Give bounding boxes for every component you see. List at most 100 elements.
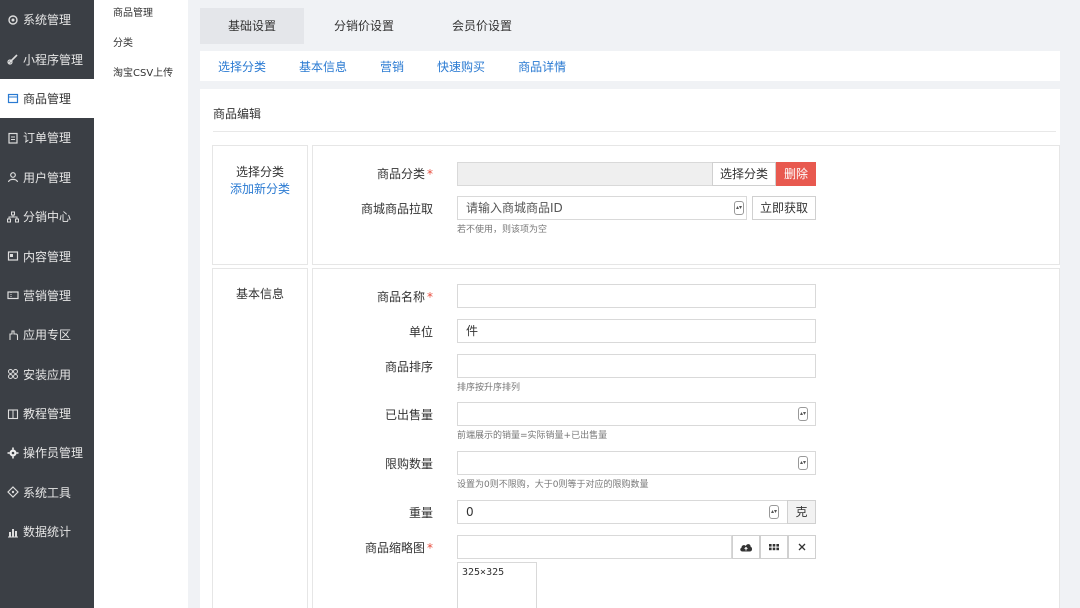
category-section-label-box: 选择分类 添加新分类	[212, 145, 308, 265]
grid-dots-icon	[769, 544, 779, 551]
anchor-quick-buy[interactable]: 快速购买	[437, 58, 485, 75]
upload-cloud-button[interactable]	[732, 535, 760, 559]
category-section-body: 商品分类 * 选择分类 删除 商城商品拉取 请输入商城商品ID ▴▾ 立即获取 若…	[312, 145, 1060, 265]
sidebar-item-label: 商品管理	[23, 91, 72, 106]
tab-distribution-price[interactable]: 分销价设置	[306, 8, 422, 44]
sold-count-input[interactable]	[457, 402, 816, 426]
hand-icon	[6, 328, 19, 341]
submenu-item-csv-upload[interactable]: 淘宝CSV上传	[94, 60, 188, 90]
delete-category-button[interactable]: 删除	[776, 162, 816, 186]
main-sidebar: 系统管理 小程序管理 商品管理 订单管理 用户管理 分销中心 内容管理 营销管理…	[0, 0, 94, 608]
sidebar-item-label: 教程管理	[23, 407, 72, 422]
content-icon	[6, 250, 19, 263]
thumbnail-label: 商品缩略图 *	[323, 539, 433, 556]
fetch-now-button[interactable]: 立即获取	[752, 196, 816, 220]
sidebar-item-distribution[interactable]: 分销中心	[0, 197, 94, 236]
sidebar-item-install[interactable]: 安装应用	[0, 355, 94, 394]
required-mark: *	[427, 290, 433, 304]
number-stepper-icon[interactable]: ▴▾	[769, 505, 779, 519]
sidebar-item-label: 小程序管理	[23, 52, 84, 67]
link-icon	[6, 53, 19, 66]
anchor-marketing[interactable]: 营销	[380, 58, 404, 75]
limit-input[interactable]	[457, 451, 816, 475]
clipboard-icon	[6, 131, 19, 144]
weight-input[interactable]: 0	[457, 500, 788, 524]
anchor-basic-info[interactable]: 基本信息	[299, 58, 347, 75]
cloud-upload-icon	[740, 544, 753, 552]
sidebar-item-orders[interactable]: 订单管理	[0, 118, 94, 157]
gear-outline-icon	[6, 13, 19, 26]
bar-chart-icon	[6, 525, 19, 538]
sidebar-item-marketing[interactable]: 营销管理	[0, 276, 94, 315]
section-anchor-bar: 选择分类 基本信息 营销 快速购买 商品详情	[200, 51, 1060, 81]
thumbnail-label-text: 商品缩略图	[364, 541, 425, 555]
required-mark: *	[427, 167, 433, 181]
sidebar-item-tools[interactable]: 系统工具	[0, 473, 94, 512]
sort-input[interactable]	[457, 354, 816, 378]
basic-section-label: 基本信息	[235, 287, 284, 301]
unit-label: 单位	[408, 325, 433, 339]
sidebar-item-label: 营销管理	[23, 288, 72, 303]
thumbnail-path-input[interactable]	[457, 535, 732, 559]
pull-goods-placeholder: 请输入商城商品ID	[466, 201, 563, 215]
sidebar-item-system[interactable]: 系统管理	[0, 0, 94, 39]
sidebar-item-label: 操作员管理	[23, 446, 84, 461]
tool-icon	[6, 486, 19, 499]
submenu-item-category[interactable]: 分类	[94, 30, 188, 60]
sidebar-item-miniprogram[interactable]: 小程序管理	[0, 39, 94, 78]
sidebar-item-label: 内容管理	[23, 249, 72, 264]
sort-label: 商品排序	[384, 360, 433, 374]
user-icon	[6, 171, 19, 184]
anchor-goods-detail[interactable]: 商品详情	[518, 58, 566, 75]
book-icon	[6, 407, 19, 420]
image-library-button[interactable]	[760, 535, 788, 559]
close-icon	[798, 543, 806, 551]
tab-basic-settings[interactable]: 基础设置	[200, 8, 305, 44]
sidebar-item-label: 系统工具	[23, 485, 72, 500]
sidebar-item-operators[interactable]: 操作员管理	[0, 433, 94, 472]
unit-input[interactable]: 件	[457, 319, 816, 343]
box-icon	[6, 92, 19, 105]
sitemap-icon	[6, 210, 19, 223]
limit-label: 限购数量	[384, 457, 433, 471]
goods-name-input[interactable]	[457, 284, 816, 308]
weight-value: 0	[466, 505, 474, 519]
sidebar-item-statistics[interactable]: 数据统计	[0, 512, 94, 551]
goods-category-field[interactable]	[457, 162, 713, 186]
choose-category-button[interactable]: 选择分类	[712, 162, 776, 186]
sidebar-item-label: 应用专区	[23, 328, 72, 343]
sidebar-item-content[interactable]: 内容管理	[0, 236, 94, 275]
goods-category-label: 商品分类 *	[323, 165, 433, 182]
sold-count-label: 已出售量	[384, 408, 433, 422]
goods-category-label-text: 商品分类	[376, 167, 425, 181]
sidebar-item-goods[interactable]: 商品管理	[0, 78, 94, 119]
goods-name-label-text: 商品名称	[376, 290, 425, 304]
weight-unit-addon: 克	[787, 500, 816, 524]
category-section-label: 选择分类	[235, 165, 284, 179]
anchor-select-category[interactable]: 选择分类	[218, 58, 266, 75]
cog-icon	[6, 446, 19, 459]
pull-goods-hint: 若不使用，则该项为空	[457, 225, 548, 235]
basic-section-body: 商品名称 * 单位 件 商品排序 排序按升序排列 已出售量 ▴▾ 前端展示的销量=…	[312, 268, 1060, 608]
required-mark: *	[427, 541, 433, 555]
number-stepper-icon[interactable]: ▴▾	[734, 201, 744, 215]
number-stepper-icon[interactable]: ▴▾	[798, 456, 808, 470]
submenu-item-goods[interactable]: 商品管理	[94, 0, 188, 30]
pull-goods-label: 商城商品拉取	[360, 202, 433, 216]
sidebar-item-label: 订单管理	[23, 131, 72, 146]
divider	[213, 131, 1056, 132]
pull-goods-input[interactable]: 请输入商城商品ID	[457, 196, 747, 220]
sidebar-item-apps[interactable]: 应用专区	[0, 315, 94, 354]
panel-title: 商品编辑	[213, 107, 262, 121]
clear-thumbnail-button[interactable]	[788, 535, 816, 559]
number-stepper-icon[interactable]: ▴▾	[798, 407, 808, 421]
sidebar-item-users[interactable]: 用户管理	[0, 158, 94, 197]
basic-section-label-box: 基本信息	[212, 268, 308, 608]
goods-name-label: 商品名称 *	[323, 288, 433, 305]
add-category-link[interactable]: 添加新分类	[213, 180, 307, 197]
tab-member-price[interactable]: 会员价设置	[424, 8, 540, 44]
sidebar-item-label: 系统管理	[23, 13, 72, 28]
grid-icon	[6, 368, 19, 381]
limit-hint: 设置为0则不限购，大于0则等于对应的限购数量	[457, 480, 649, 490]
sidebar-item-tutorial[interactable]: 教程管理	[0, 394, 94, 433]
